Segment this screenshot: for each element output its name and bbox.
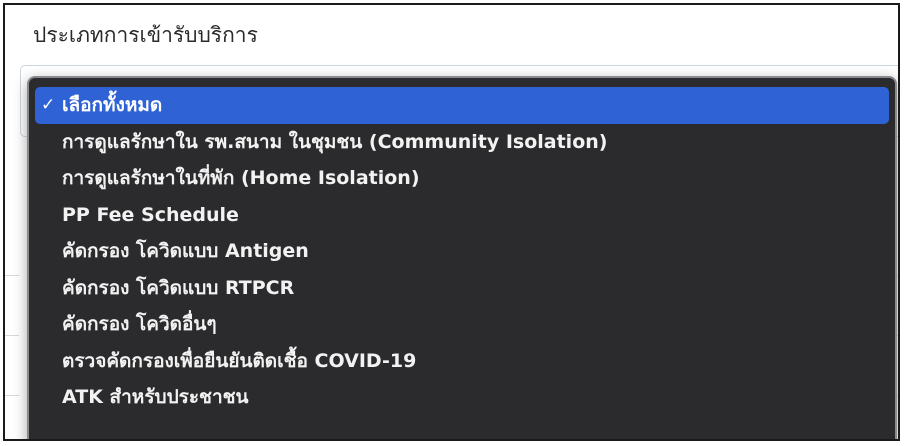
option-label: คัดกรอง โควิดอื่นๆ (62, 313, 217, 335)
option-community-isolation[interactable]: การดูแลรักษาใน รพ.สนาม ในชุมชน (Communit… (35, 124, 889, 161)
option-covid-antigen[interactable]: คัดกรอง โควิดแบบ Antigen (35, 233, 889, 270)
option-covid-other[interactable]: คัดกรอง โควิดอื่นๆ (35, 306, 889, 343)
option-pp-fee-schedule[interactable]: PP Fee Schedule (35, 197, 889, 234)
option-home-isolation[interactable]: การดูแลรักษาในที่พัก (Home Isolation) (35, 160, 889, 197)
background-divider (5, 395, 19, 396)
option-covid-rtpcr[interactable]: คัดกรอง โควิดแบบ RTPCR (35, 270, 889, 307)
option-label: ATK สำหรับประชาชน (62, 386, 249, 408)
option-label: PP Fee Schedule (62, 203, 239, 226)
option-label: การดูแลรักษาใน รพ.สนาม ในชุมชน (Communit… (62, 130, 608, 153)
option-atk-public[interactable]: ATK สำหรับประชาชน (35, 379, 889, 416)
option-label: การดูแลรักษาในที่พัก (Home Isolation) (62, 167, 420, 189)
checkmark-icon: ✓ (41, 95, 56, 115)
background-divider (5, 275, 19, 276)
option-label: คัดกรอง โควิดแบบ Antigen (62, 240, 309, 262)
screenshot-frame: ประเภทการเข้ารับบริการ ✓ เลือกทั้งหมด กา… (3, 3, 900, 441)
option-label: เลือกทั้งหมด (62, 94, 163, 116)
option-covid-19-confirmation[interactable]: ตรวจคัดกรองเพื่อยืนยันติดเชื้อ COVID-19 (35, 343, 889, 380)
service-type-dropdown-menu[interactable]: ✓ เลือกทั้งหมด การดูแลรักษาใน รพ.สนาม ใน… (27, 76, 897, 439)
option-label: คัดกรอง โควิดแบบ RTPCR (62, 276, 295, 299)
option-select-all[interactable]: ✓ เลือกทั้งหมด (35, 87, 889, 124)
background-divider (5, 335, 19, 336)
service-type-label: ประเภทการเข้ารับบริการ (33, 23, 258, 47)
option-label: ตรวจคัดกรองเพื่อยืนยันติดเชื้อ COVID-19 (62, 349, 417, 372)
